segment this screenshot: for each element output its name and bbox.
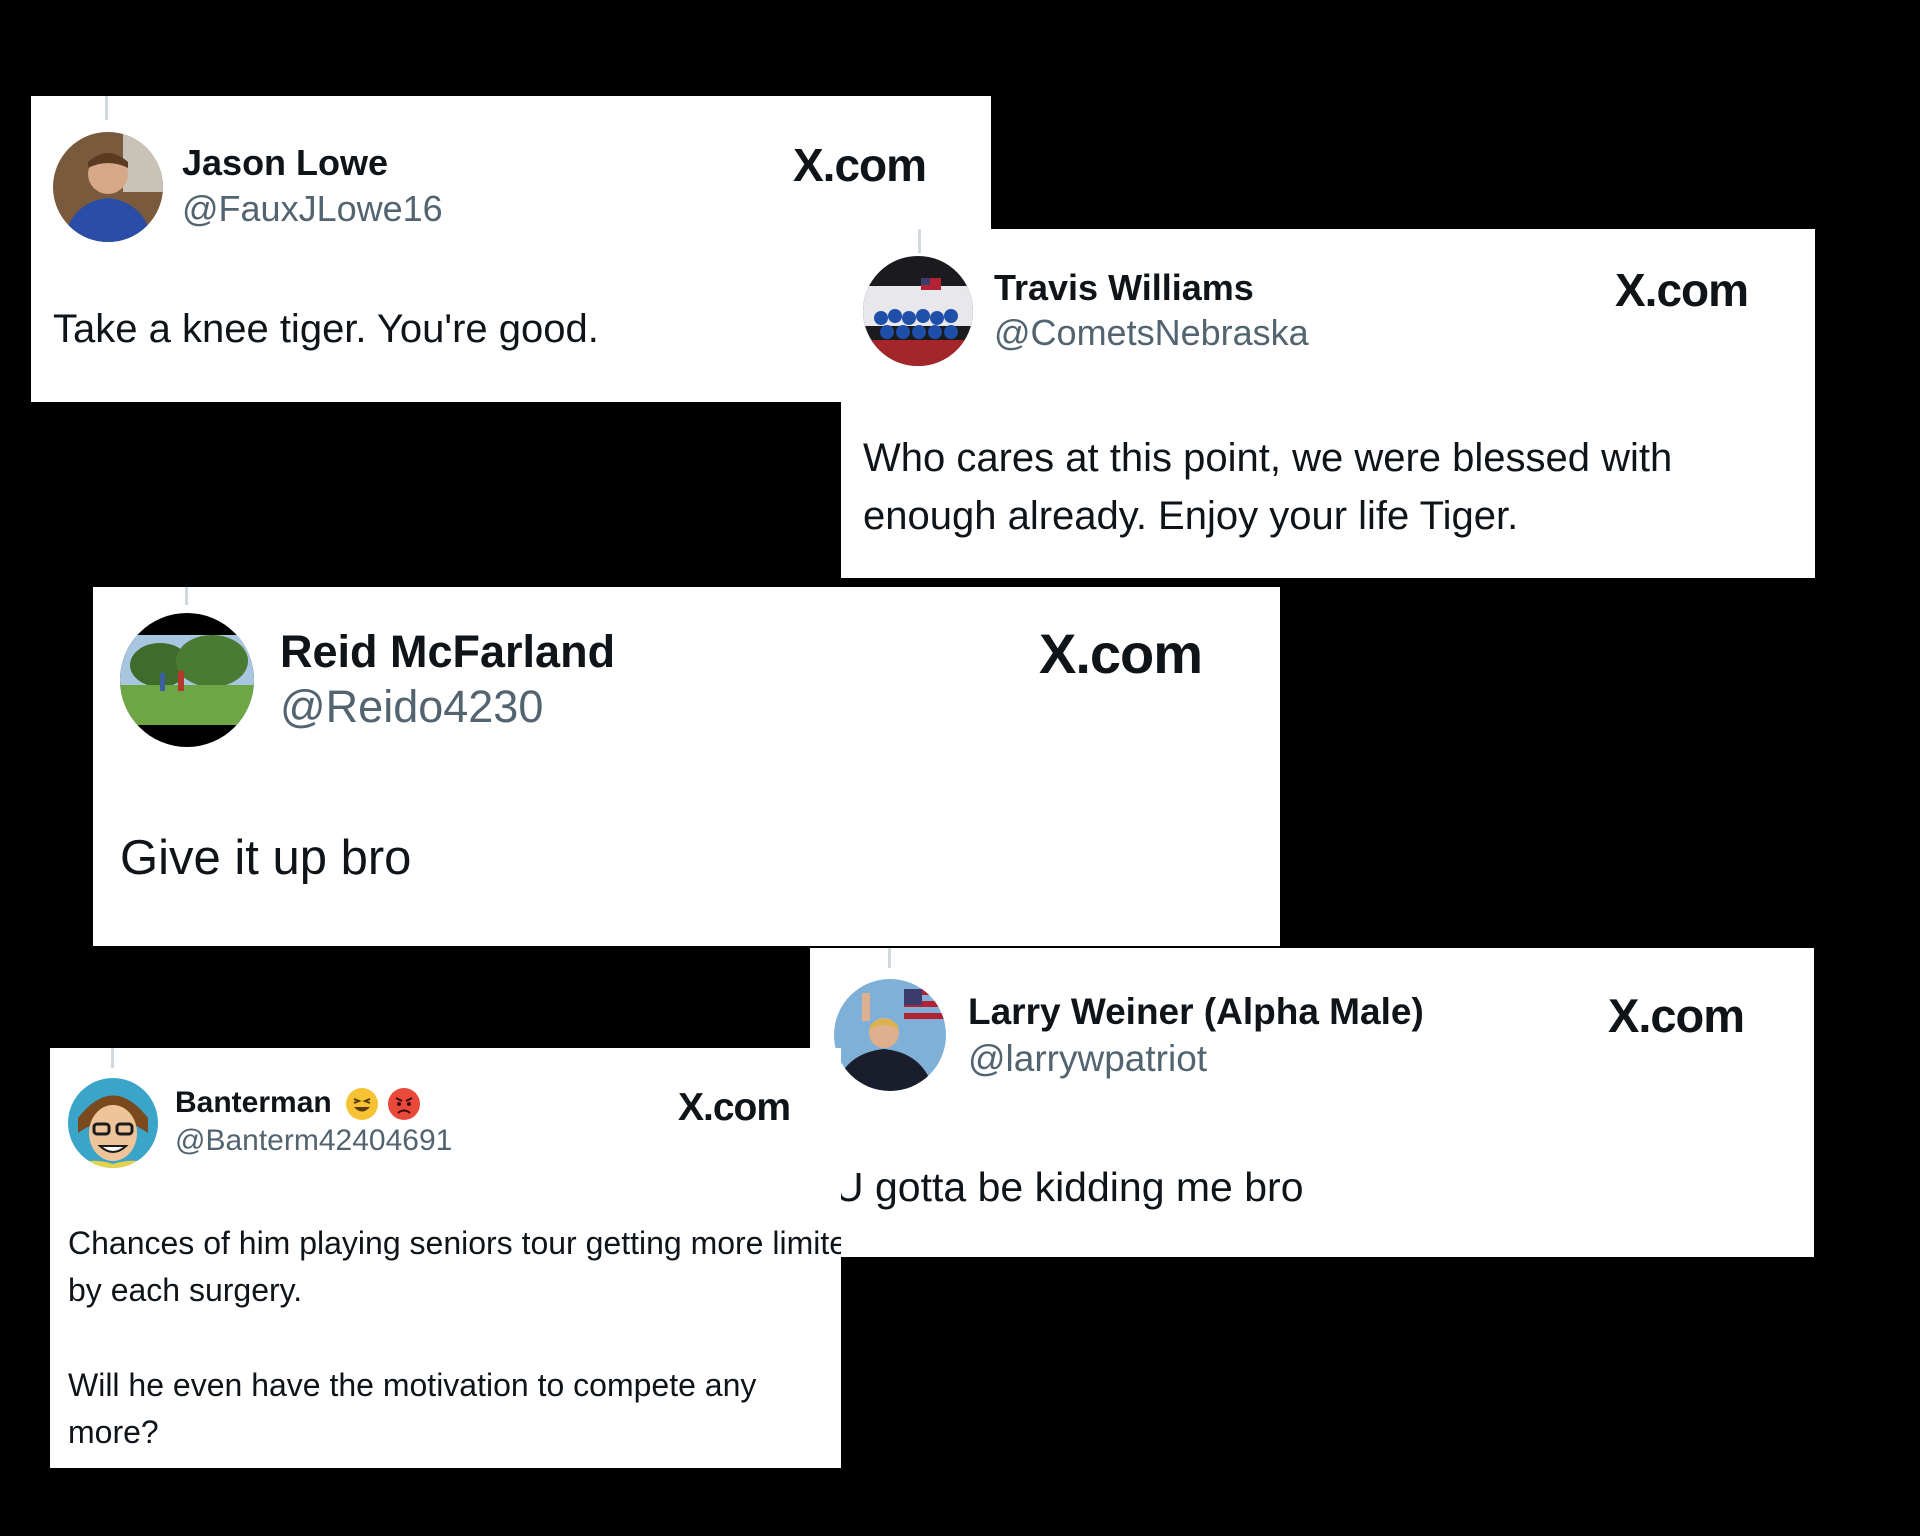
user-handle[interactable]: @Banterm42404691 bbox=[175, 1124, 452, 1158]
x-logo-icon: X.com bbox=[1039, 622, 1203, 685]
thread-line bbox=[111, 1048, 114, 1068]
thread-line bbox=[105, 96, 108, 120]
display-name[interactable]: Larry Weiner (Alpha Male) bbox=[968, 991, 1424, 1033]
post-card-banterman: Banterman @Banterm42404691 X.com Chances… bbox=[50, 1048, 841, 1468]
grinning-squinting-face-icon bbox=[346, 1088, 379, 1121]
post-text: Who cares at this point, we were blessed… bbox=[863, 436, 1673, 538]
post-card-larry-weiner: Larry Weiner (Alpha Male) @larrywpatriot… bbox=[810, 948, 1814, 1257]
avatar[interactable] bbox=[68, 1078, 158, 1168]
post-text-paragraph: Chances of him playing seniors tour gett… bbox=[68, 1225, 841, 1308]
avatar[interactable] bbox=[863, 256, 973, 366]
post-text: Give it up bro bbox=[120, 831, 412, 885]
user-handle[interactable]: @Reido4230 bbox=[280, 681, 543, 733]
post-text: U gotta be kidding me bro bbox=[834, 1164, 1304, 1210]
post-text-paragraph: Will he even have the motivation to comp… bbox=[68, 1367, 757, 1450]
avatar[interactable] bbox=[53, 132, 163, 242]
x-logo-icon: X.com bbox=[678, 1086, 791, 1129]
avatar[interactable] bbox=[120, 613, 254, 747]
display-name[interactable]: Jason Lowe bbox=[182, 142, 388, 184]
user-handle[interactable]: @CometsNebraska bbox=[994, 312, 1309, 354]
display-name[interactable]: Travis Williams bbox=[994, 267, 1254, 309]
thread-line bbox=[888, 948, 891, 968]
x-logo-icon: X.com bbox=[1615, 264, 1749, 316]
post-text: Take a knee tiger. You're good. bbox=[53, 307, 599, 351]
user-handle[interactable]: @larrywpatriot bbox=[968, 1038, 1207, 1080]
x-logo-icon: X.com bbox=[793, 139, 927, 191]
display-name-text: Banterman bbox=[175, 1086, 332, 1119]
post-card-reid-mcfarland: Reid McFarland @Reido4230 X.com Give it … bbox=[93, 587, 1280, 946]
avatar[interactable] bbox=[834, 979, 946, 1091]
post-card-travis-williams: Travis Williams @CometsNebraska X.com Wh… bbox=[841, 229, 1815, 578]
user-handle[interactable]: @FauxJLowe16 bbox=[182, 188, 443, 230]
display-name[interactable]: Banterman bbox=[175, 1086, 421, 1121]
thread-line bbox=[185, 587, 188, 605]
x-logo-icon: X.com bbox=[1608, 989, 1745, 1042]
display-name[interactable]: Reid McFarland bbox=[280, 626, 615, 678]
thread-line bbox=[918, 229, 921, 253]
angry-face-icon bbox=[388, 1088, 421, 1121]
